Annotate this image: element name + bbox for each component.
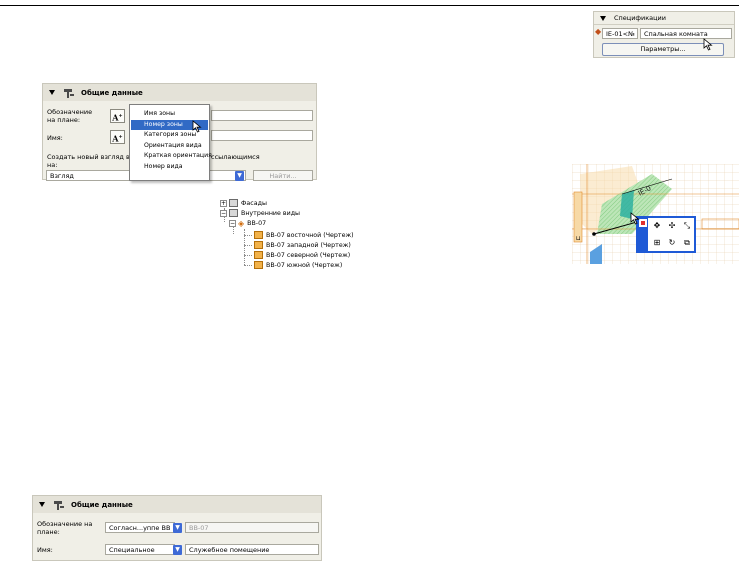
drag-copy-icon[interactable]: ✣ (666, 221, 678, 231)
drawing-icon (254, 241, 263, 249)
mouse-cursor-icon (703, 38, 713, 51)
name-label: Имя: (47, 134, 63, 142)
panel-header[interactable]: Общие данные (43, 84, 316, 101)
name-label: Имя: (37, 546, 53, 554)
facade-view-icon (229, 199, 238, 207)
designation-input[interactable] (211, 110, 313, 121)
tree-item-drawing[interactable]: ВВ-07 восточной (Чертеж) (254, 230, 354, 240)
dropdown-item[interactable]: Краткая ориентация (130, 151, 212, 162)
tree-line (244, 255, 252, 256)
tree-label: ВВ-07 восточной (Чертеж) (266, 231, 354, 239)
panel-header[interactable]: Общие данные (33, 496, 321, 513)
zone-tool-icon (54, 500, 64, 510)
drawing-icon (254, 261, 263, 269)
tree-label: Фасады (241, 199, 267, 207)
mouse-cursor-icon (192, 120, 202, 133)
create-view-label-tail: на: (47, 161, 58, 169)
tree-line (244, 245, 252, 246)
panel-title: Общие данные (71, 500, 133, 509)
tree-item-group[interactable]: − ◈ ВВ-07 (229, 218, 266, 228)
name-input[interactable] (211, 130, 313, 141)
offset-icon[interactable]: ⊞ (651, 238, 663, 248)
tree-line (244, 265, 252, 266)
mouse-cursor-icon (630, 212, 640, 225)
room-name-field[interactable]: Спальная комната (640, 28, 732, 39)
collapse-minus-icon[interactable]: − (229, 219, 236, 227)
tree-label: ВВ-07 (247, 219, 267, 227)
tree-item-interior-views[interactable]: − Внутренние виды (220, 208, 300, 218)
name-select[interactable]: Специальное (105, 544, 175, 555)
text-style-button[interactable]: A+ (110, 109, 125, 123)
designation-dropdown-menu: Имя зоны Номер зоны Категория зоны Ориен… (129, 104, 212, 181)
id-field[interactable]: IE-01<№ (602, 28, 638, 39)
collapse-triangle-icon[interactable] (600, 15, 606, 21)
name-select-value: Специальное (109, 546, 155, 554)
create-view-label: Создать новый взгляд вну (47, 153, 138, 161)
move-icon[interactable]: ✥ (651, 221, 663, 231)
collapse-minus-icon[interactable]: − (220, 209, 227, 217)
rotate-icon[interactable]: ↻ (666, 238, 678, 248)
dimension-mark: ⊔ (576, 235, 581, 242)
find-button[interactable]: Найти... (253, 170, 313, 181)
tree-item-drawing[interactable]: ВВ-07 западной (Чертеж) (254, 240, 351, 250)
tree-item-facades[interactable]: + Фасады (220, 198, 267, 208)
pet-palette-popup: ✥ ✣ ⤡ ⊞ ↻ ⧉ (636, 216, 696, 253)
interior-view-icon (229, 209, 238, 217)
designation-label: Обозначение на плане: (47, 108, 93, 124)
stretch-icon[interactable]: ⤡ (681, 221, 693, 231)
tree-item-drawing[interactable]: ВВ-07 южной (Чертеж) (254, 260, 342, 270)
parameter-marker-icon: ◆ (595, 27, 602, 36)
close-icon[interactable] (639, 219, 647, 227)
dropdown-item[interactable]: Ориентация вида (130, 141, 209, 152)
top-rule (0, 5, 739, 6)
tree-item-drawing[interactable]: ВВ-07 северной (Чертеж) (254, 250, 350, 260)
mirror-icon[interactable]: ⧉ (681, 238, 693, 248)
tree-line (244, 235, 252, 236)
chevron-down-icon[interactable]: ▼ (173, 545, 182, 555)
tree-label: ВВ-07 южной (Чертеж) (266, 261, 343, 269)
tree-label: ВВ-07 западной (Чертеж) (266, 241, 351, 249)
panel-title: Общие данные (81, 88, 143, 97)
designation-select-value: Согласн...уппе ВВ (109, 524, 171, 532)
spec-header[interactable]: Спецификации (594, 12, 734, 25)
drawing-icon (254, 231, 263, 239)
designation-value-field[interactable]: ВВ-07 (185, 522, 319, 533)
name-value-field[interactable]: Служебное помещение (185, 544, 319, 555)
designation-select[interactable]: Согласн...уппе ВВ (105, 522, 175, 533)
dropdown-item[interactable]: Имя зоны (130, 109, 209, 120)
collapse-triangle-icon[interactable] (49, 90, 55, 95)
specifications-panel: Спецификации ◆ IE-01<№ Спальная комната … (593, 11, 735, 58)
zone-tool-icon (64, 88, 74, 98)
collapse-triangle-icon[interactable] (39, 502, 45, 507)
general-data-panel-2: Общие данные Обозначение на плане: Согла… (32, 495, 322, 561)
chevron-down-icon[interactable]: ▼ (173, 523, 182, 533)
tree-label: ВВ-07 северной (Чертеж) (266, 251, 351, 259)
name-style-button[interactable]: A+ (110, 130, 125, 144)
dropdown-item[interactable]: Номер вида (130, 162, 209, 173)
spec-title: Спецификации (614, 14, 666, 22)
referencing-label: ссылающимся (211, 153, 260, 161)
chevron-down-icon[interactable]: ▼ (235, 171, 244, 181)
drawing-icon (254, 251, 263, 259)
cad-plan-view[interactable]: ⊔ IE-0 ✥ ✣ ⤡ ⊞ ↻ ⧉ (572, 164, 739, 264)
expand-plus-icon[interactable]: + (220, 199, 227, 207)
marker-diamond-icon: ◈ (238, 218, 245, 228)
tree-label: Внутренние виды (241, 209, 301, 217)
designation-label: Обозначение на плане: (37, 520, 93, 536)
view-select-value: Взгляд (50, 172, 74, 180)
